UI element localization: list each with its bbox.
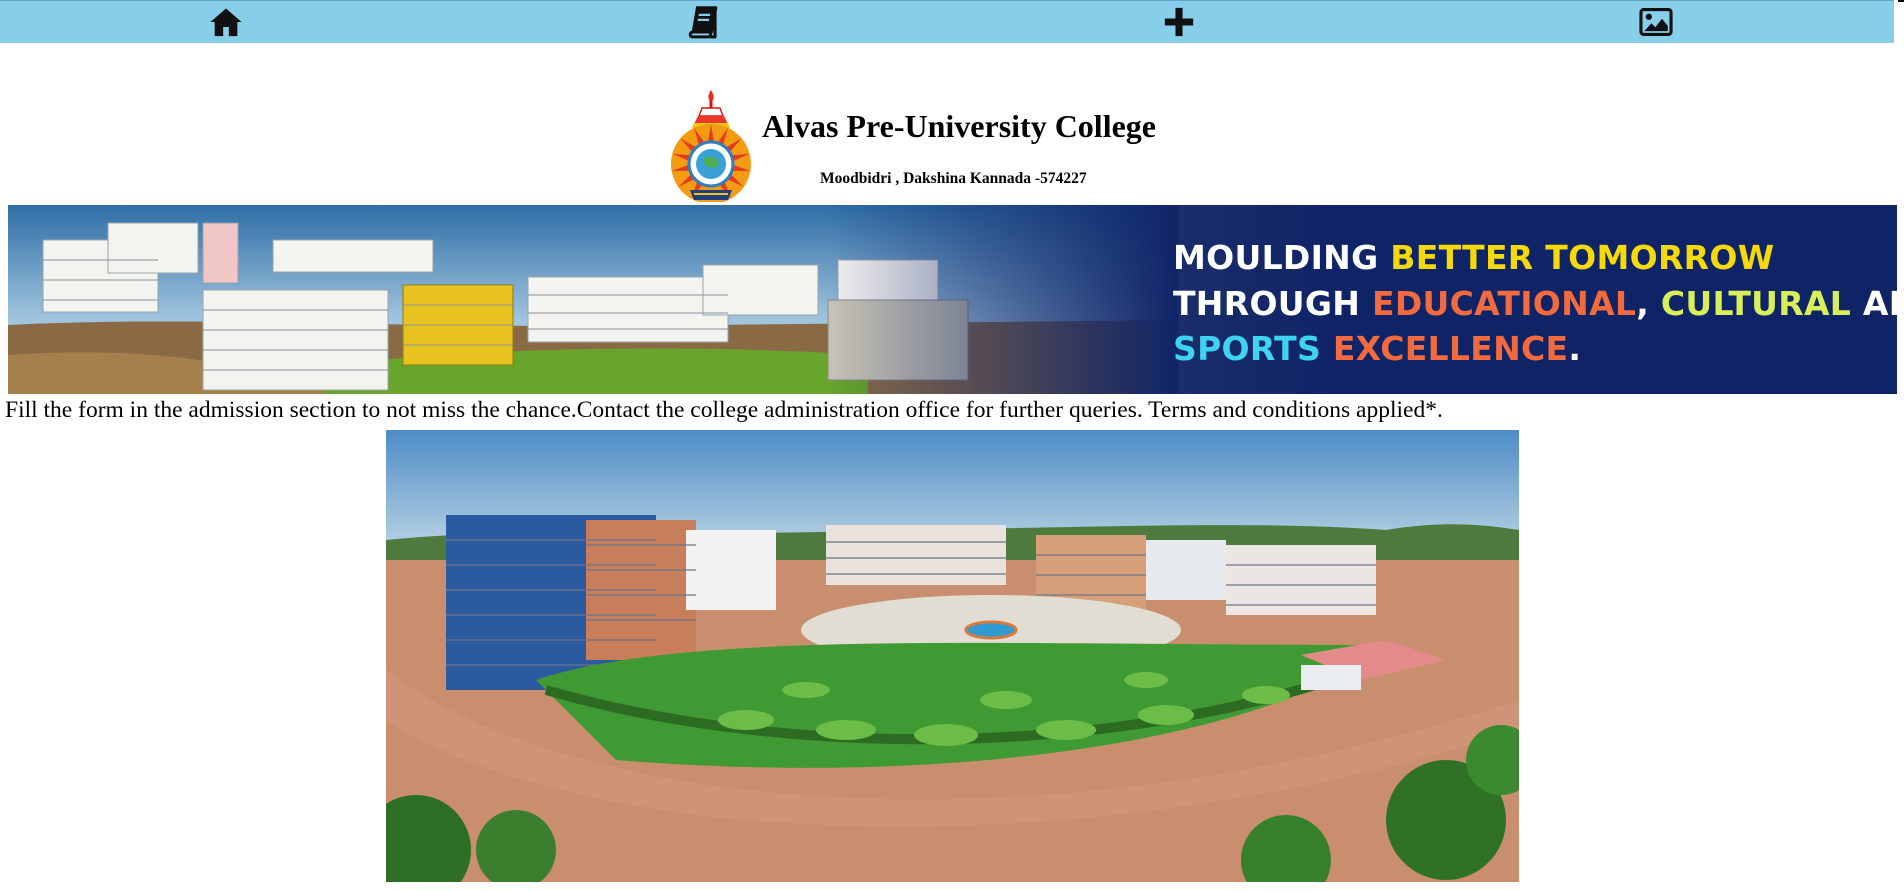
nav-book-button[interactable] [681, 5, 725, 39]
tagline-line-3: SPORTS EXCELLENCE. [1173, 329, 1582, 368]
banner-tagline: MOULDING BETTER TOMORROW THROUGH EDUCATI… [1173, 235, 1897, 372]
tagline-line-1: MOULDING BETTER TOMORROW [1173, 238, 1775, 277]
college-title: Alvas Pre-University College [762, 108, 1156, 144]
top-navbar [0, 0, 1894, 43]
college-address: Moodbidri , Dakshina Kannada -574227 [820, 170, 1087, 187]
college-logo [668, 90, 754, 204]
hero-banner: MOULDING BETTER TOMORROW THROUGH EDUCATI… [8, 205, 1897, 394]
tagline-line-2: THROUGH EDUCATIONAL, CULTURAL AND [1173, 283, 1897, 323]
nav-home-button[interactable] [204, 5, 248, 39]
nav-gallery-button[interactable] [1634, 5, 1678, 39]
campus-panorama-photo [386, 430, 1519, 882]
book-icon [688, 6, 718, 39]
image-icon [1639, 8, 1673, 36]
banner-campus-photo [8, 205, 1178, 394]
plus-icon [1164, 7, 1194, 37]
home-icon [210, 8, 242, 37]
admission-notice: Fill the form in the admission section t… [5, 397, 1443, 423]
window-corner-mark [1898, 0, 1904, 2]
nav-add-button[interactable] [1157, 5, 1201, 39]
